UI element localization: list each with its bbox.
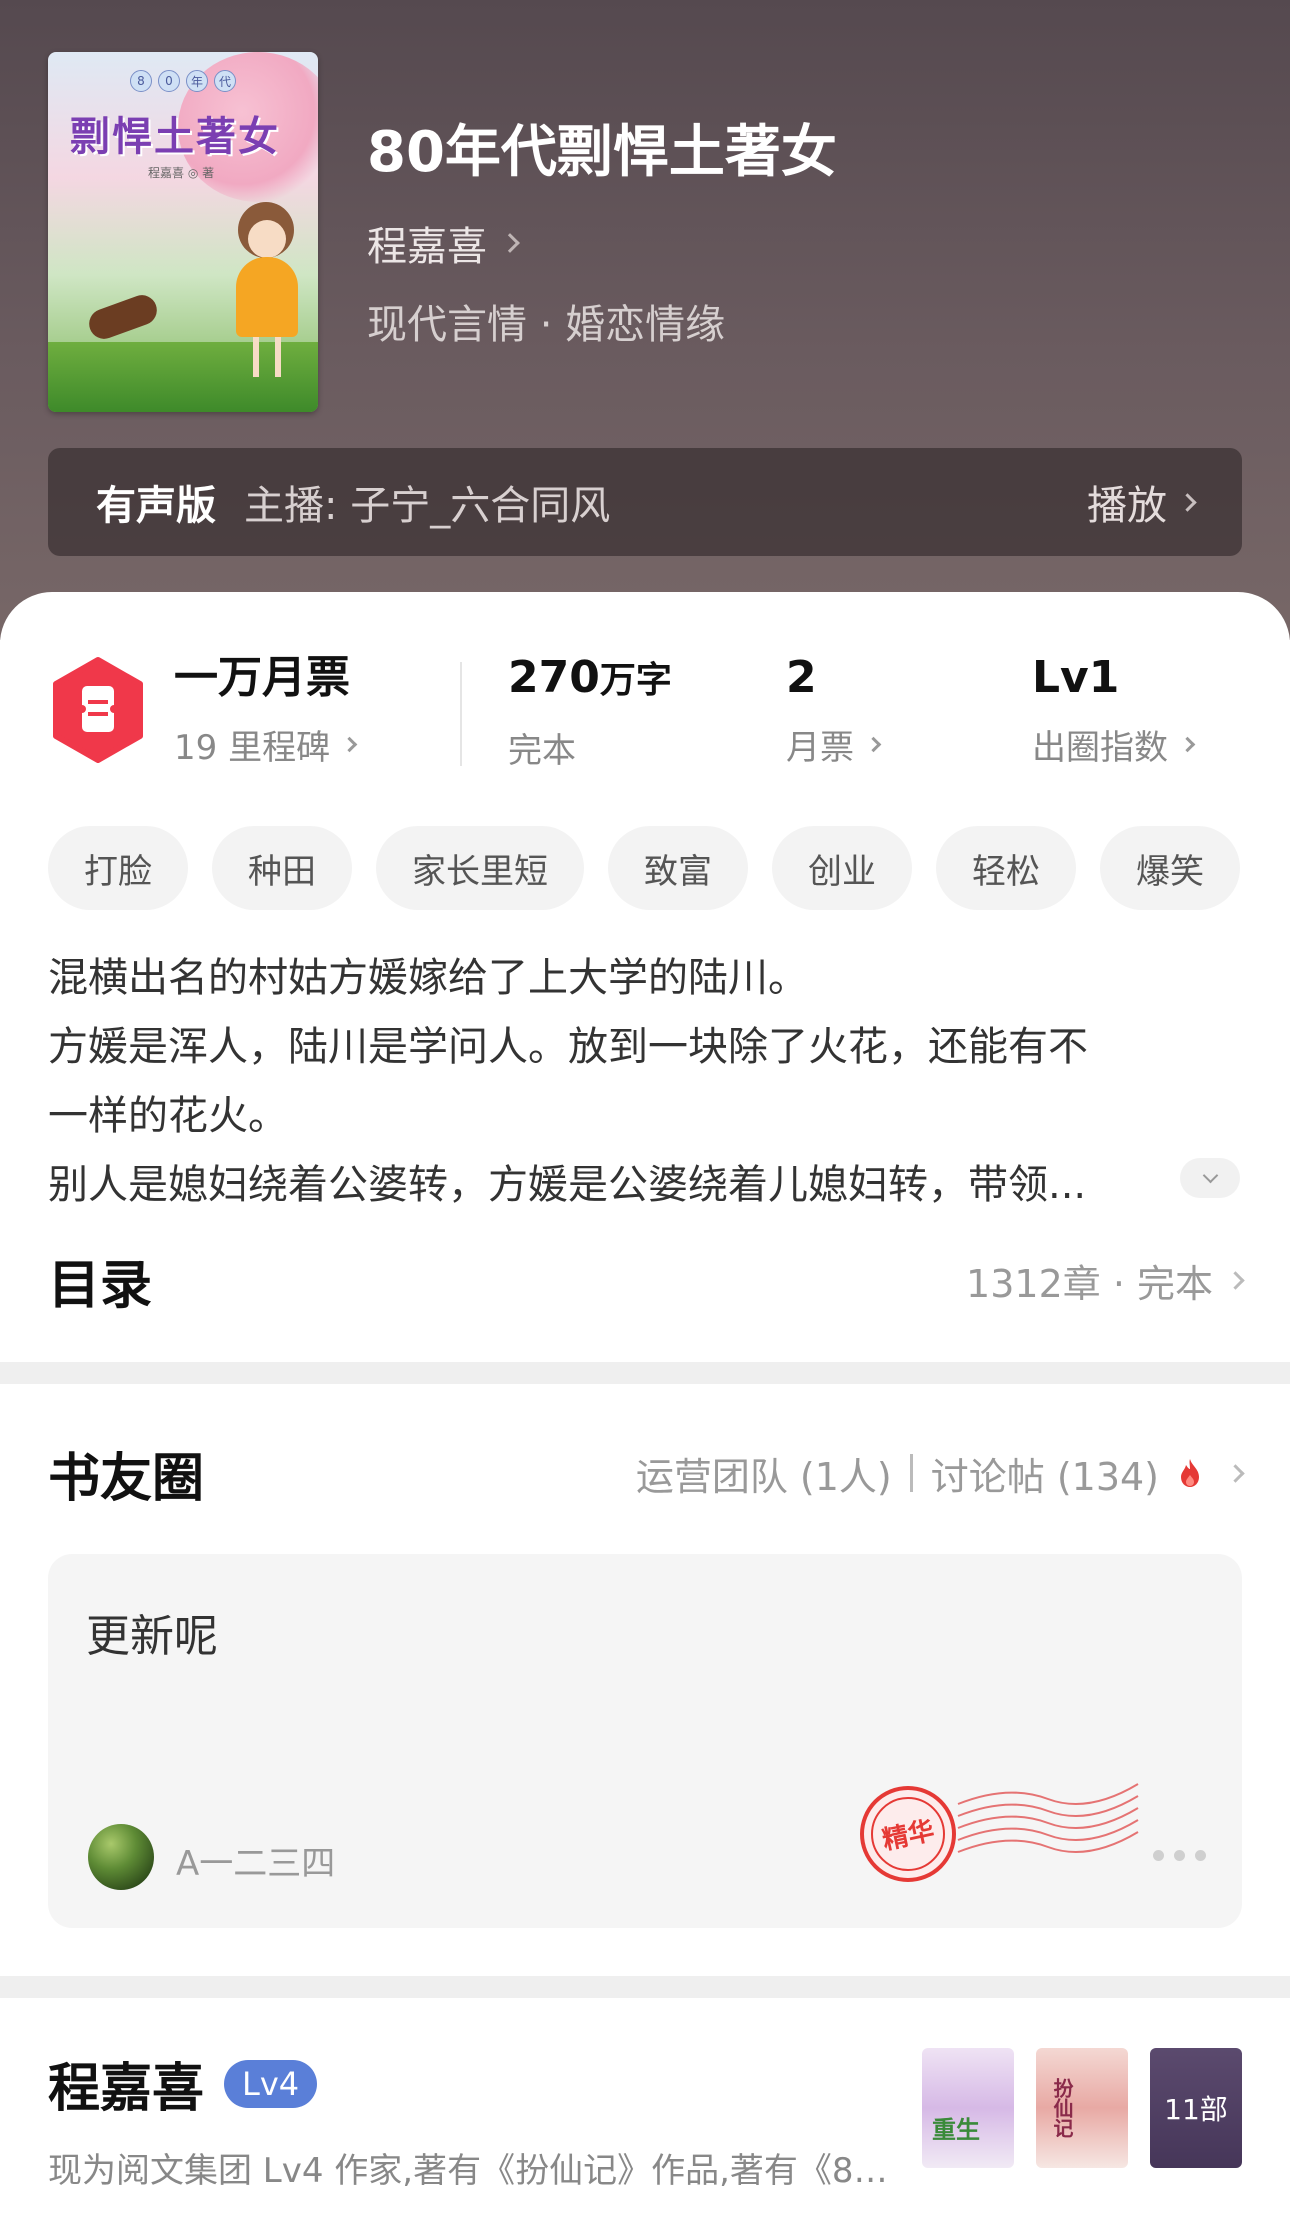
tag-chip[interactable]: 致富 bbox=[608, 826, 748, 910]
section-separator bbox=[0, 1976, 1290, 1998]
meta-divider bbox=[909, 1454, 913, 1492]
tag-list: 打脸 种田 家长里短 致富 创业 轻松 爆笑 bbox=[48, 826, 1240, 910]
post-content: 更新呢 bbox=[86, 1611, 218, 1662]
cover-girl-dress bbox=[236, 257, 298, 337]
author-name: 程嘉喜 bbox=[367, 224, 487, 270]
completion-status: 完本 bbox=[508, 731, 576, 771]
cover-ribbon-char: 8 bbox=[130, 70, 152, 92]
chevron-right-icon bbox=[1179, 736, 1196, 753]
author-works: 重生 扮仙记 11部 bbox=[922, 2048, 1242, 2168]
audio-version-bar[interactable]: 有声版 主播: 子宁_六合同风 播放 bbox=[48, 448, 1242, 556]
stats-divider bbox=[460, 662, 462, 766]
post-username[interactable]: A一二三四 bbox=[176, 1836, 335, 1885]
toc-meta: 1312章 · 完本 bbox=[966, 1261, 1213, 1306]
book-cover[interactable]: 8 0 年 代 剽悍土著女 程嘉喜 ◎ 著 bbox=[48, 52, 318, 412]
chevron-down-icon bbox=[1202, 1167, 1218, 1183]
cover-title: 剽悍土著女 bbox=[70, 113, 280, 160]
author-info[interactable]: 程嘉喜 Lv4 现为阅文集团 Lv4 作家,著有《扮仙记》作品,著有《80年代剽… bbox=[48, 2046, 898, 2192]
featured-stamp-icon: 精华 bbox=[860, 1783, 1139, 1882]
tag-chip[interactable]: 创业 bbox=[772, 826, 912, 910]
cover-ribbon-char: 0 bbox=[158, 70, 180, 92]
carousel-dot bbox=[1174, 1850, 1185, 1861]
carousel-dot bbox=[1153, 1850, 1164, 1861]
chevron-right-icon bbox=[341, 736, 358, 753]
cover-girl-legs bbox=[253, 337, 281, 377]
table-of-contents-row[interactable]: 目录 1312章 · 完本 bbox=[48, 1240, 1245, 1320]
book-title: 80年代剽悍土著女 bbox=[367, 120, 837, 185]
tag-chip[interactable]: 家长里短 bbox=[376, 826, 584, 910]
stats-row: 一万月票 19 里程碑 270万字 完本 2 月票 Lv1 出圈指数 bbox=[48, 650, 1242, 772]
carousel-dot bbox=[1195, 1850, 1206, 1861]
chevron-right-icon bbox=[1226, 1270, 1245, 1290]
section-separator bbox=[0, 1362, 1290, 1384]
book-circle-header[interactable]: 书友圈 运营团队 (1人) 讨论帖 (134) bbox=[48, 1430, 1245, 1516]
breakout-index-label: 出圈指数 bbox=[1032, 728, 1168, 768]
word-count-unit: 万字 bbox=[599, 660, 672, 701]
works-count: 11部 bbox=[1164, 2093, 1228, 2126]
tag-chip[interactable]: 种田 bbox=[212, 826, 352, 910]
audio-play-button[interactable]: 播放 bbox=[1087, 473, 1197, 531]
author-level-badge: Lv4 bbox=[224, 2059, 318, 2108]
word-count-value: 270 bbox=[508, 652, 600, 703]
tag-chip[interactable]: 打脸 bbox=[48, 826, 188, 910]
cover-ribbon-char: 代 bbox=[214, 70, 236, 92]
toc-title: 目录 bbox=[48, 1255, 153, 1316]
work-cover-art: 扮仙记 bbox=[1050, 2078, 1074, 2138]
chevron-right-icon bbox=[1226, 1463, 1245, 1483]
work-cover[interactable]: 扮仙记 bbox=[1036, 2048, 1128, 2168]
author-link[interactable]: 程嘉喜 bbox=[367, 214, 520, 272]
chevron-right-icon bbox=[500, 233, 520, 253]
cover-ribbon: 8 0 年 代 bbox=[118, 70, 248, 96]
milestone-value: 一万月票 bbox=[174, 652, 350, 703]
breakout-index-stat[interactable]: Lv1 出圈指数 bbox=[1032, 650, 1196, 769]
monthly-ticket-icon bbox=[53, 657, 143, 763]
tag-chip[interactable]: 轻松 bbox=[936, 826, 1076, 910]
work-cover[interactable]: 重生 bbox=[922, 2048, 1014, 2168]
chevron-right-icon bbox=[865, 736, 882, 753]
cover-author: 程嘉喜 ◎ 著 bbox=[148, 166, 215, 180]
book-circle-title: 书友圈 bbox=[48, 1448, 205, 1509]
carousel-dots bbox=[1153, 1850, 1206, 1861]
description-line: 方媛是浑人，陆川是学问人。放到一块除了火花，还能有不 bbox=[48, 1024, 1088, 1070]
monthly-ticket-label: 月票 bbox=[786, 728, 854, 768]
book-description[interactable]: 混横出名的村姑方媛嫁给了上大学的陆川。 方媛是浑人，陆川是学问人。放到一块除了火… bbox=[48, 944, 1242, 1220]
monthly-ticket-stat[interactable]: 2 月票 bbox=[786, 650, 882, 769]
description-line: 一样的花火。 bbox=[48, 1093, 288, 1139]
cover-girl-face bbox=[248, 220, 286, 258]
book-genre: 现代言情 · 婚恋情缘 bbox=[367, 302, 726, 348]
avatar[interactable] bbox=[88, 1824, 154, 1890]
audio-label: 有声版 bbox=[96, 483, 216, 529]
hot-flame-icon bbox=[1181, 1459, 1199, 1487]
author-description: 现为阅文集团 Lv4 作家,著有《扮仙记》作品,著有《80年代剽悍土著女》 bbox=[48, 2151, 898, 2191]
milestone-label: 19 里程碑 bbox=[174, 728, 331, 768]
word-count-stat: 270万字 完本 bbox=[508, 650, 672, 772]
cover-ribbon-char: 年 bbox=[186, 70, 208, 92]
all-works-button[interactable]: 11部 bbox=[1150, 2048, 1242, 2168]
work-cover-art: 重生 bbox=[932, 2115, 980, 2144]
author-section-name: 程嘉喜 bbox=[48, 2059, 205, 2119]
chevron-right-icon bbox=[1178, 492, 1197, 512]
operations-team-count: 运营团队 (1人) bbox=[635, 1454, 892, 1499]
monthly-ticket-value: 2 bbox=[786, 652, 817, 703]
expand-description-button[interactable] bbox=[1180, 1158, 1240, 1198]
cover-dog bbox=[84, 290, 162, 344]
breakout-index-value: Lv1 bbox=[1032, 652, 1120, 703]
tag-chip[interactable]: 爆笑 bbox=[1100, 826, 1240, 910]
featured-post-card[interactable]: 更新呢 A一二三四 精华 bbox=[48, 1554, 1242, 1928]
audio-host: 主播: 子宁_六合同风 bbox=[244, 483, 611, 529]
description-line: 别人是媳妇绕着公婆转，方媛是公婆绕着儿媳妇转，带领... bbox=[48, 1162, 1087, 1208]
audio-play-label: 播放 bbox=[1087, 483, 1167, 529]
milestone-stat[interactable]: 一万月票 19 里程碑 bbox=[174, 650, 358, 769]
description-line: 混横出名的村姑方媛嫁给了上大学的陆川。 bbox=[48, 955, 808, 1001]
discussion-post-count: 讨论帖 (134) bbox=[930, 1454, 1159, 1499]
